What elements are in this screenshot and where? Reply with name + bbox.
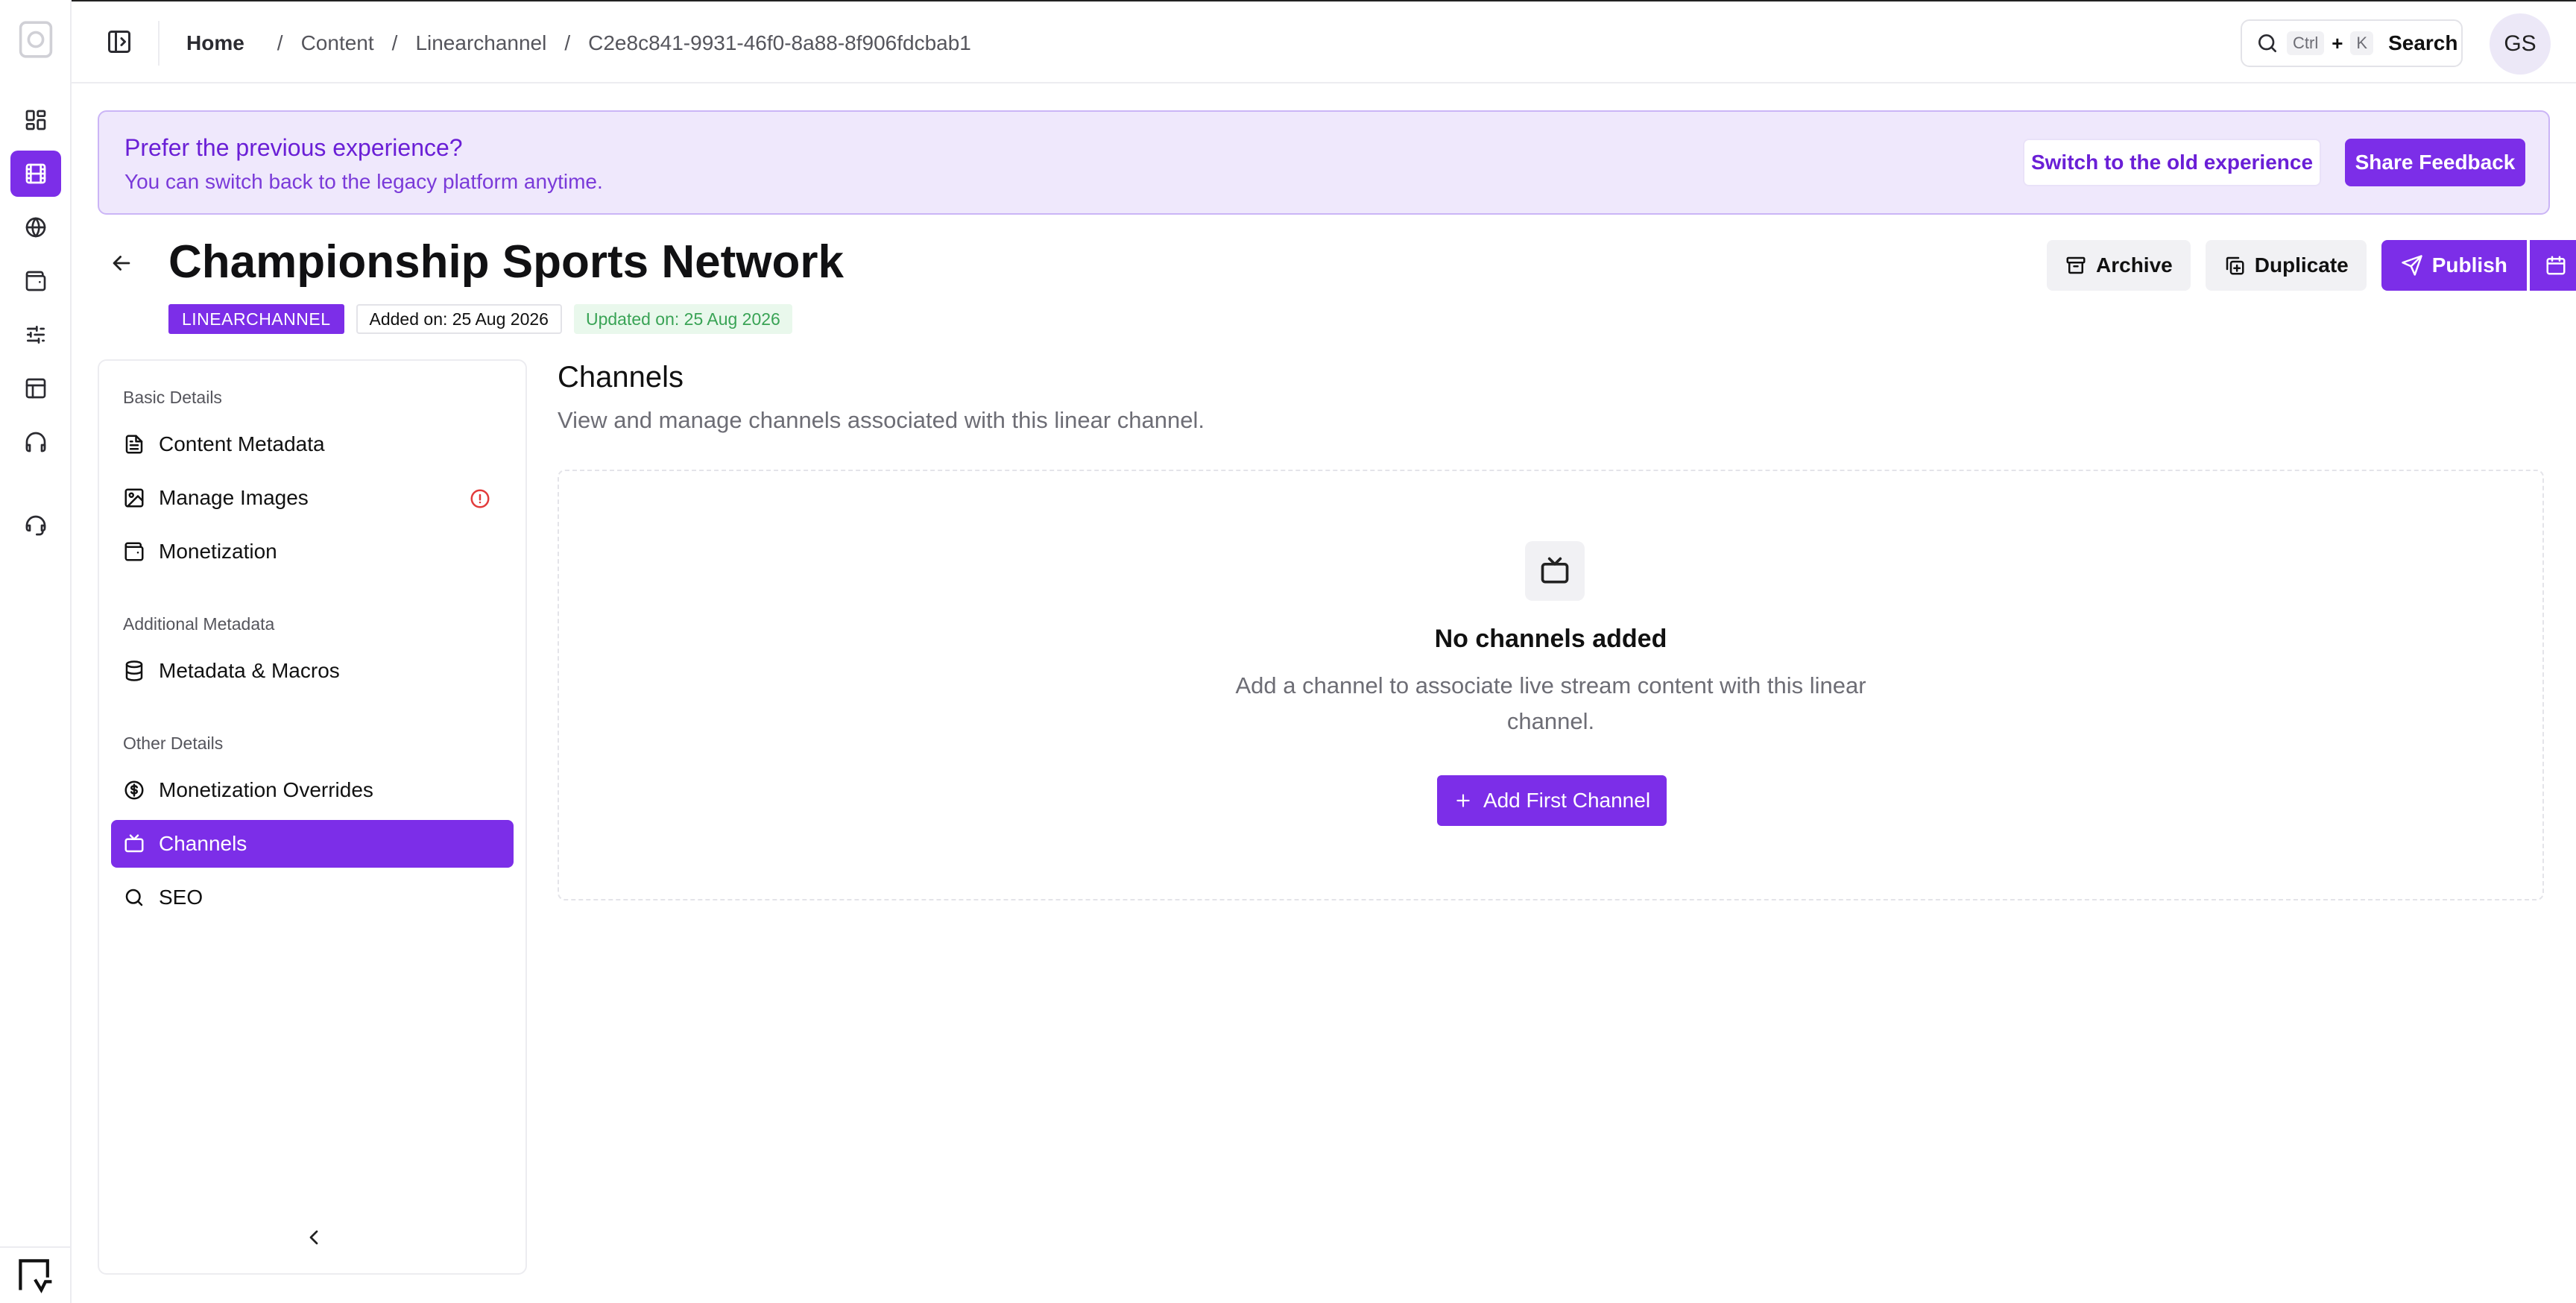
- nav-group-basic-details: Basic Details: [123, 388, 222, 407]
- duplicate-icon: [2226, 256, 2244, 275]
- added-date-badge: Added on: 25 Aug 2026: [356, 304, 562, 334]
- banner-subtitle: You can switch back to the legacy platfo…: [124, 170, 603, 193]
- empty-title: No channels added: [1434, 625, 1667, 653]
- breadcrumb-home[interactable]: Home: [186, 31, 244, 55]
- page-title: Championship Sports Network: [168, 236, 844, 288]
- banner-title: Prefer the previous experience?: [124, 134, 463, 161]
- kbd-ctrl: Ctrl: [2287, 31, 2325, 55]
- section-description: View and manage channels associated with…: [558, 407, 1205, 433]
- add-first-channel-label: Add First Channel: [1483, 789, 1651, 812]
- warning-icon: [470, 489, 490, 508]
- nav-item-seo[interactable]: SEO: [111, 874, 514, 921]
- nav-item-content-metadata[interactable]: Content Metadata: [111, 420, 514, 468]
- nav-item-label: Content Metadata: [159, 432, 325, 455]
- dollar-circle-icon: [124, 780, 144, 800]
- divider: [158, 21, 160, 66]
- nav-item-label: Manage Images: [159, 486, 309, 509]
- headphones-icon[interactable]: [10, 419, 61, 465]
- kbd-k: K: [2350, 31, 2374, 55]
- archive-icon: [2066, 256, 2086, 274]
- nav-item-monetization[interactable]: Monetization: [111, 528, 514, 575]
- breadcrumb-separator: /: [277, 31, 283, 54]
- legacy-banner: Prefer the previous experience? You can …: [98, 110, 2550, 215]
- app-rail: [0, 0, 72, 1303]
- collapse-chevron-icon[interactable]: [302, 1225, 326, 1249]
- search-label: Search: [2388, 31, 2458, 54]
- search-icon: [2258, 34, 2276, 52]
- breadcrumb-separator: /: [564, 31, 571, 54]
- nav-group-other-details: Other Details: [123, 733, 224, 753]
- page-badges: LINEARCHANNEL Added on: 25 Aug 2026 Upda…: [168, 304, 792, 334]
- tv-icon: [124, 834, 144, 853]
- publish-label: Publish: [2431, 253, 2507, 277]
- nav-item-label: Channels: [159, 832, 247, 855]
- archive-label: Archive: [2096, 253, 2173, 277]
- nav-item-metadata-macros[interactable]: Metadata & Macros: [111, 647, 514, 695]
- empty-description: Add a channel to associate live stream c…: [1235, 672, 1866, 734]
- breadcrumb-linearchannel[interactable]: Linearchannel: [415, 31, 546, 55]
- kbd-plus: +: [2332, 31, 2343, 54]
- archive-button[interactable]: Archive: [2047, 240, 2191, 291]
- wallet-icon: [124, 542, 144, 561]
- film-icon[interactable]: [10, 151, 61, 197]
- publish-group: Publish: [2381, 240, 2576, 291]
- send-icon: [2402, 255, 2422, 276]
- nav-item-label: Metadata & Macros: [159, 659, 340, 682]
- avatar[interactable]: GS: [2490, 13, 2551, 75]
- section-title: Channels: [558, 361, 684, 394]
- plus-icon: [1456, 794, 1470, 807]
- wallet-icon[interactable]: [10, 258, 61, 304]
- schedule-button[interactable]: [2529, 240, 2576, 291]
- duplicate-label: Duplicate: [2254, 253, 2349, 277]
- layout-icon[interactable]: [10, 365, 61, 411]
- nav-group-additional-metadata: Additional Metadata: [123, 614, 275, 634]
- breadcrumb-current: C2e8c841-9931-46f0-8a88-8f906fdcbab1: [588, 31, 971, 54]
- share-feedback-button[interactable]: Share Feedback: [2345, 139, 2525, 186]
- app-logo[interactable]: [13, 13, 58, 66]
- back-arrow-icon[interactable]: [109, 250, 134, 276]
- nav-item-label: Monetization: [159, 540, 277, 563]
- nav-item-manage-images[interactable]: Manage Images: [111, 474, 514, 522]
- nav-item-monetization-overrides[interactable]: Monetization Overrides: [111, 766, 514, 814]
- header-actions: Archive Duplicate Publish: [2047, 240, 2576, 291]
- publish-button[interactable]: Publish: [2381, 240, 2527, 291]
- sidebar-toggle-icon[interactable]: [106, 28, 133, 55]
- duplicate-button[interactable]: Duplicate: [2205, 240, 2367, 291]
- section-nav: Basic Details Content Metadata Manage Im…: [98, 359, 527, 1275]
- empty-state: No channels added Add a channel to assoc…: [558, 470, 2544, 900]
- support-icon[interactable]: [10, 502, 61, 549]
- add-first-channel-button[interactable]: Add First Channel: [1437, 775, 1667, 826]
- database-icon: [125, 660, 143, 681]
- breadcrumb-content[interactable]: Content: [301, 31, 374, 55]
- switch-old-experience-button[interactable]: Switch to the old experience: [2023, 139, 2321, 186]
- image-icon: [124, 488, 144, 508]
- updated-date-badge: Updated on: 25 Aug 2026: [573, 304, 792, 334]
- nav-item-label: SEO: [159, 886, 203, 909]
- nav-item-channels[interactable]: Channels: [111, 820, 514, 868]
- top-bar: Home / Content / Linearchannel / C2e8c84…: [72, 0, 2576, 83]
- breadcrumb: Home / Content / Linearchannel / C2e8c84…: [186, 28, 971, 58]
- footer-logo: [0, 1246, 70, 1303]
- tv-icon: [1525, 541, 1585, 601]
- sliders-icon[interactable]: [10, 312, 61, 358]
- calendar-icon: [2546, 256, 2566, 275]
- globe-icon[interactable]: [10, 204, 61, 250]
- breadcrumb-separator: /: [391, 31, 398, 54]
- type-badge: LINEARCHANNEL: [168, 304, 344, 334]
- search-button[interactable]: Ctrl + K Search: [2241, 19, 2463, 67]
- file-text-icon: [125, 435, 143, 454]
- dashboard-icon[interactable]: [10, 97, 61, 143]
- nav-item-label: Monetization Overrides: [159, 778, 373, 801]
- search-icon: [125, 889, 143, 906]
